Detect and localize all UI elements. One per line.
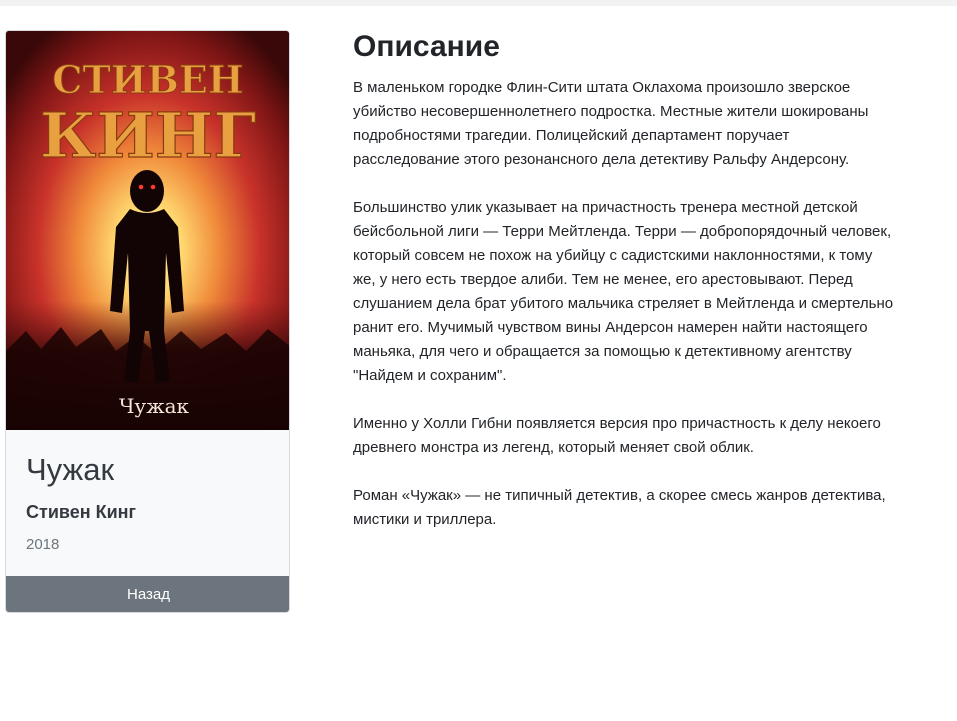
book-card: СТИВЕН КИНГ Чужак Чужак Стивен Кинг 2018… [5,30,290,613]
book-cover-image: СТИВЕН КИНГ Чужак [6,31,289,430]
description-paragraph: Большинство улик указывает на причастнос… [353,199,894,384]
description-paragraph: В маленьком городке Флин-Сити штата Окла… [353,79,869,168]
description-text: В маленьком городке Флин-Сити штата Окла… [353,76,898,556]
top-bar [0,0,957,6]
book-title: Чужак [26,452,115,487]
cover-title-text: Чужак [119,394,190,418]
back-button[interactable]: Назад [6,576,289,612]
book-author: Стивен Кинг [26,502,137,522]
cover-author-text: СТИВЕН [52,57,243,102]
description-paragraph: Именно у Холли Гибни появляется версия п… [353,415,881,456]
cover-author-surname: КИНГ [40,99,256,172]
description-heading: Описание [353,30,500,63]
description-paragraph: Роман «Чужак» — не типичный детектив, а … [353,487,886,528]
book-year: 2018 [26,536,60,553]
book-card-body: Чужак Стивен Кинг 2018 [6,430,289,576]
